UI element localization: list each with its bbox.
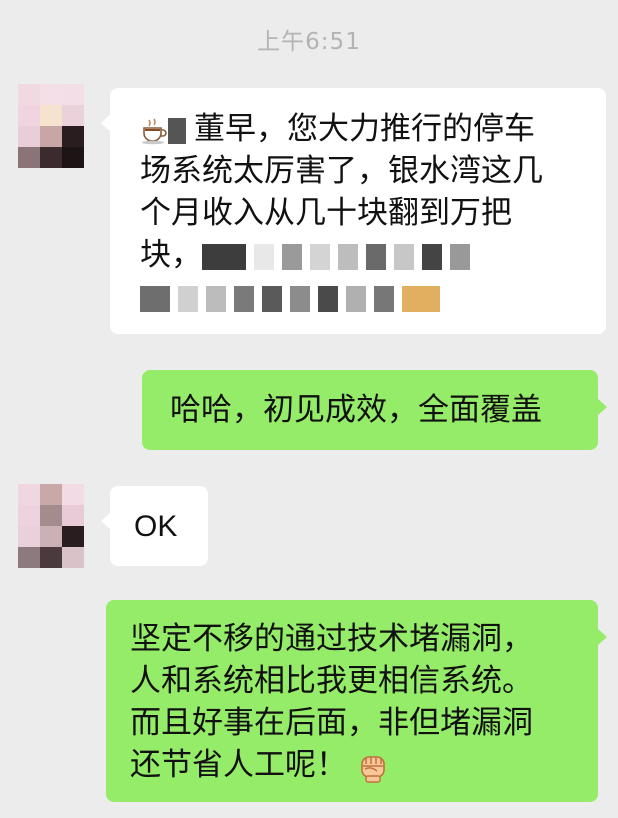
redacted-block (254, 243, 274, 270)
redacted-block (346, 285, 366, 312)
redacted-block (310, 243, 330, 270)
redacted-block (290, 285, 310, 312)
message-line: OK (134, 510, 178, 543)
redacted-block (140, 285, 170, 312)
redacted-block (206, 285, 226, 312)
message-line: 董早，您大力推行的停车 (140, 108, 606, 150)
message-line: 场系统太厉害了，银水湾这几 (140, 153, 543, 189)
redacted-block (366, 243, 386, 270)
incoming-message-bubble[interactable]: OK (101, 486, 208, 566)
coffee-cup-icon (142, 118, 167, 144)
redacted-block (394, 243, 414, 270)
message-line: 块， (140, 234, 606, 276)
redacted-block (338, 243, 358, 270)
message-line: 个月收入从几十块翻到万把 (140, 195, 512, 231)
outgoing-message-bubble[interactable]: 哈哈，初见成效，全面覆盖 (142, 370, 607, 450)
chat-screen: 上午6:51 董早，您大力推行的停车 场系统太厉害了，银水湾这几 个月收入从几十… (0, 0, 618, 818)
message-line: 人和系统相比我更相信系统。 (130, 663, 533, 699)
contact-avatar[interactable] (18, 84, 84, 168)
redacted-block (282, 243, 302, 270)
message-line: 而且好事在后面，非但堵漏洞 (130, 705, 533, 741)
contact-avatar[interactable] (18, 484, 84, 568)
message-line: 还节省人工呢！ (130, 744, 598, 786)
redacted-block (202, 243, 246, 270)
redacted-block (262, 285, 282, 312)
redacted-block (374, 285, 394, 312)
message-line: 坚定不移的通过技术堵漏洞， (130, 621, 533, 657)
redacted-block (422, 243, 442, 270)
redacted-block (178, 285, 198, 312)
message-line-redacted (140, 276, 606, 318)
redacted-block (450, 243, 470, 270)
redacted-block (318, 285, 338, 312)
message-line: 哈哈，初见成效，全面覆盖 (170, 392, 542, 428)
redacted-block (168, 117, 186, 144)
redacted-block (402, 285, 440, 312)
outgoing-message-bubble[interactable]: 坚定不移的通过技术堵漏洞， 人和系统相比我更相信系统。 而且好事在后面，非但堵漏… (106, 600, 607, 802)
fist-icon (361, 755, 385, 783)
message-timestamp: 上午6:51 (257, 29, 361, 55)
redacted-block (234, 285, 254, 312)
incoming-message-bubble[interactable]: 董早，您大力推行的停车 场系统太厉害了，银水湾这几 个月收入从几十块翻到万把 块… (101, 88, 606, 334)
